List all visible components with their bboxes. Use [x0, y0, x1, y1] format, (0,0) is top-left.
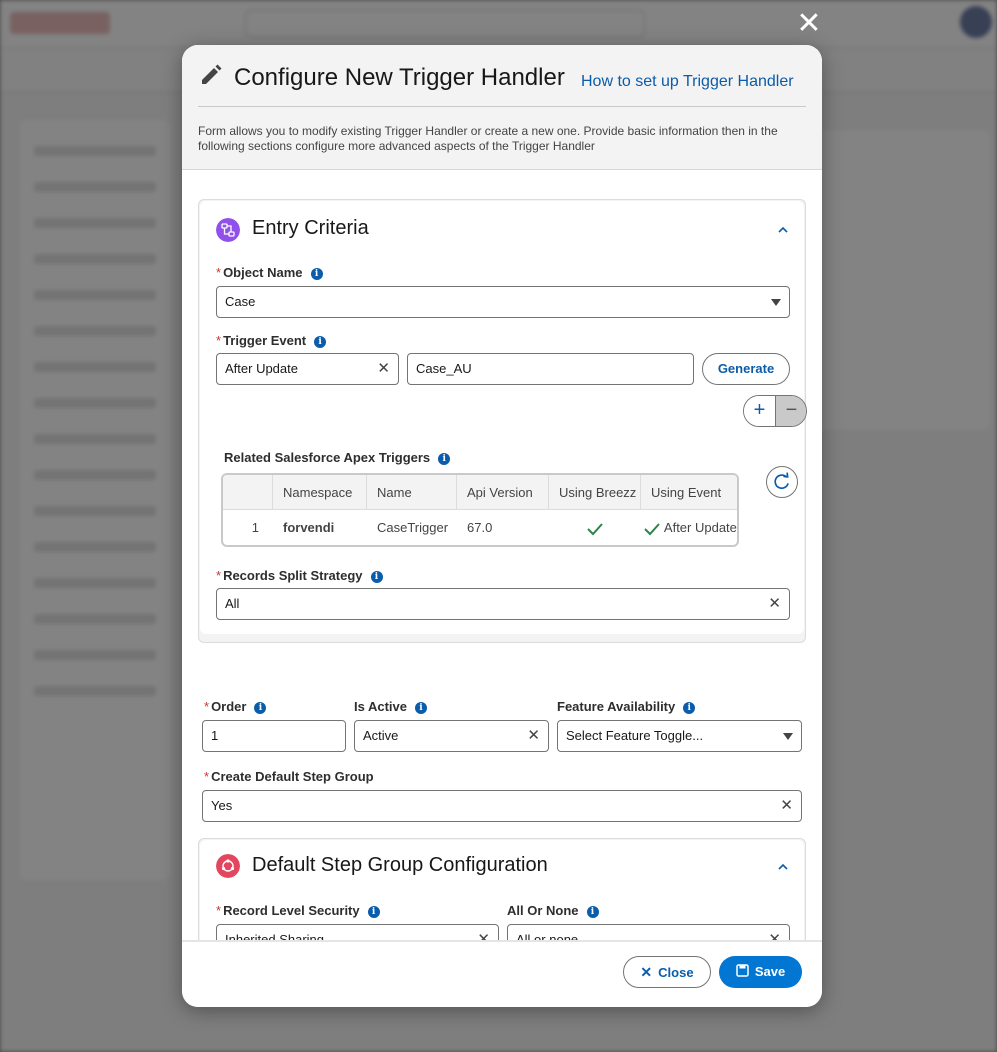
- column-header[interactable]: Name: [367, 475, 457, 510]
- using-breezz-cell: [549, 510, 641, 545]
- chevron-up-icon[interactable]: [776, 860, 790, 874]
- info-icon[interactable]: i: [586, 906, 599, 918]
- is-active-label: Is Active i: [354, 699, 427, 714]
- modal-description: Form allows you to modify existing Trigg…: [198, 124, 778, 153]
- modal-close-icon[interactable]: ✕: [796, 9, 822, 39]
- split-strategy-label: * Records Split Strategy i: [216, 568, 383, 583]
- namespace-cell: forvendi: [283, 520, 335, 535]
- object-name-label: * Object Name i: [216, 265, 323, 280]
- info-icon[interactable]: i: [254, 702, 267, 714]
- using-event-cell: After Update: [641, 510, 737, 545]
- default-step-group-field[interactable]: Yes ✕: [202, 790, 802, 822]
- column-header[interactable]: Namespace: [273, 475, 367, 510]
- row-number-header: [223, 475, 273, 510]
- clear-icon[interactable]: ✕: [768, 925, 781, 940]
- check-icon: [644, 522, 660, 536]
- modal-body[interactable]: Entry Criteria * Object Name i Case * Trigg…: [182, 170, 822, 940]
- info-icon[interactable]: i: [370, 571, 383, 583]
- split-strategy-field[interactable]: All ✕: [216, 588, 790, 620]
- order-label: * Order i: [204, 699, 267, 714]
- add-remove-group: + −: [743, 395, 807, 427]
- flow-icon: [216, 218, 240, 242]
- trigger-handler-modal: Configure New Trigger Handler How to set…: [182, 45, 822, 1007]
- trigger-event-field[interactable]: After Update ✕: [216, 353, 399, 385]
- entry-criteria-section: Entry Criteria * Object Name i Case * Trigg…: [198, 199, 807, 643]
- order-input[interactable]: 1: [202, 720, 346, 752]
- modal-header: Configure New Trigger Handler How to set…: [182, 45, 822, 170]
- clear-icon[interactable]: ✕: [768, 589, 781, 619]
- remove-button[interactable]: −: [775, 396, 806, 426]
- info-icon[interactable]: i: [314, 336, 327, 348]
- generate-button[interactable]: Generate: [702, 353, 790, 385]
- modal-footer: ✕ Close Save: [182, 940, 822, 1007]
- modal-title: Configure New Trigger Handler: [234, 64, 565, 91]
- column-header[interactable]: Using Breezz: [549, 475, 641, 510]
- dropdown-arrow-icon: [783, 733, 793, 740]
- default-step-group-label: * Create Default Step Group: [204, 769, 374, 784]
- chevron-up-icon[interactable]: [776, 223, 790, 237]
- is-active-field[interactable]: Active ✕: [354, 720, 549, 752]
- info-icon[interactable]: i: [415, 702, 427, 714]
- clear-icon[interactable]: ✕: [527, 721, 540, 751]
- object-name-select[interactable]: Case: [216, 286, 790, 318]
- add-button[interactable]: +: [744, 396, 775, 426]
- table-row[interactable]: 1 forvendi CaseTrigger 67.0 After Update: [223, 510, 737, 545]
- trigger-name-input[interactable]: Case_AU: [407, 353, 694, 385]
- all-or-none-field[interactable]: All or none ✕: [507, 924, 790, 940]
- row-number: 1: [251, 520, 259, 535]
- save-button[interactable]: Save: [719, 956, 802, 988]
- column-header[interactable]: Api Version: [457, 475, 549, 510]
- step-group-section: Default Step Group Configuration * Record…: [198, 838, 806, 940]
- pencil-icon: [202, 64, 222, 84]
- record-security-label: * Record Level Security i: [216, 903, 380, 918]
- dropdown-arrow-icon: [771, 299, 781, 306]
- column-header[interactable]: Using Event: [641, 475, 737, 510]
- info-icon[interactable]: i: [310, 268, 323, 280]
- help-link[interactable]: How to set up Trigger Handler: [581, 73, 794, 91]
- step-group-title: Default Step Group Configuration: [252, 854, 548, 876]
- related-triggers-table: Namespace Name Api Version Using Breezz …: [221, 473, 739, 547]
- refresh-icon[interactable]: [766, 466, 798, 498]
- clear-icon[interactable]: ✕: [377, 354, 390, 384]
- clear-icon[interactable]: ✕: [477, 925, 490, 940]
- trigger-event-label: * Trigger Event i: [216, 333, 327, 348]
- api-version-cell: 67.0: [467, 520, 493, 535]
- close-button[interactable]: ✕ Close: [623, 956, 711, 988]
- close-icon: ✕: [640, 964, 653, 980]
- check-icon: [587, 522, 603, 536]
- all-or-none-label: All Or None i: [507, 903, 599, 918]
- info-icon[interactable]: i: [367, 906, 380, 918]
- related-triggers-label: Related Salesforce Apex Triggers i: [224, 450, 451, 465]
- info-icon[interactable]: i: [683, 702, 696, 714]
- info-icon[interactable]: i: [438, 453, 451, 465]
- clear-icon[interactable]: ✕: [780, 791, 793, 821]
- step-group-icon: [216, 854, 240, 878]
- save-icon: [736, 964, 749, 977]
- header-divider: [198, 106, 806, 107]
- feature-toggle-select[interactable]: Select Feature Toggle...: [557, 720, 802, 752]
- table-header: Namespace Name Api Version Using Breezz …: [223, 475, 737, 510]
- name-cell: CaseTrigger: [377, 520, 449, 535]
- feature-availability-label: Feature Availability i: [557, 699, 696, 714]
- entry-criteria-title: Entry Criteria: [252, 217, 369, 239]
- record-security-field[interactable]: Inherited Sharing ✕: [216, 924, 499, 940]
